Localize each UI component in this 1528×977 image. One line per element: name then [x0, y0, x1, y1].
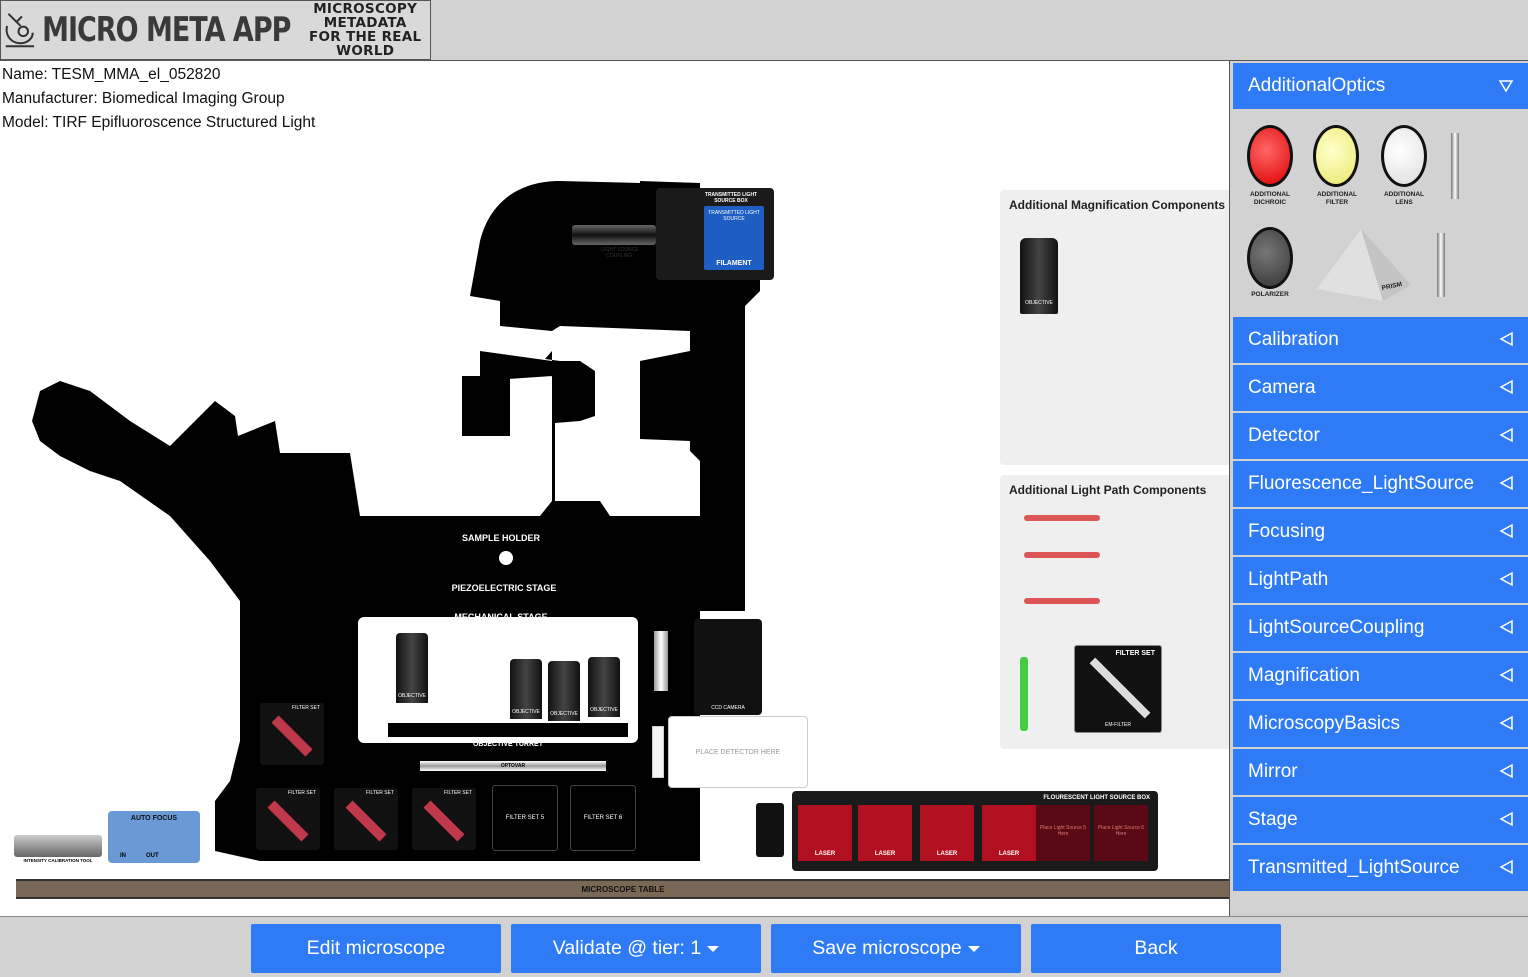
component-sidebar: AdditionalOptics ADDITIONAL DICHROIC ADD…	[1231, 61, 1528, 916]
triangle-left-icon	[1499, 475, 1513, 491]
triangle-left-icon	[1499, 427, 1513, 443]
filter-set[interactable]: FILTER SET	[334, 788, 398, 850]
triangle-left-icon	[1499, 619, 1513, 635]
laser[interactable]: LASER	[858, 805, 912, 861]
optovar[interactable]: OPTOVAR	[420, 761, 606, 771]
em-filter[interactable]	[1024, 552, 1100, 558]
triangle-left-icon	[1499, 571, 1513, 587]
microscope-logo-icon	[5, 13, 35, 48]
filter-set[interactable]: FILTER SET	[412, 788, 476, 850]
sample-holder[interactable]: SAMPLE HOLDER	[386, 527, 626, 567]
objective[interactable]: OBJECTIVE	[510, 659, 542, 719]
category-lightsourcecoupling[interactable]: LightSourceCoupling	[1233, 605, 1528, 651]
triangle-left-icon	[1499, 331, 1513, 347]
additional-filter-icon[interactable]	[1313, 125, 1359, 187]
objective[interactable]: OBJECTIVE	[588, 657, 620, 717]
bottom-toolbar: Edit microscope Validate @ tier: 1 Save …	[0, 916, 1528, 977]
filter-set-6[interactable]: FILTER SET 6	[570, 785, 636, 851]
category-stage[interactable]: Stage	[1233, 797, 1528, 843]
save-microscope-dropdown[interactable]: Save microscope	[771, 924, 1021, 973]
filter-set[interactable]: FILTER SET	[260, 703, 324, 765]
microscope-canvas[interactable]: Name: TESM_MMA_el_052820 Manufacturer: B…	[0, 61, 1230, 916]
laser[interactable]: LASER	[920, 805, 974, 861]
category-lightpath[interactable]: LightPath	[1233, 557, 1528, 603]
top-bar: MICRO META APP MICROSCOPY METADATA FOR T…	[0, 0, 1528, 61]
category-additionaloptics[interactable]: AdditionalOptics	[1233, 63, 1528, 109]
microscope-table[interactable]: MICROSCOPE TABLE	[16, 879, 1229, 899]
light-source-slot-6[interactable]: Place Light Source 6 Here	[1094, 805, 1148, 861]
additional-light-path-panel: Additional Light Path Components FILTER …	[1000, 475, 1229, 749]
auto-focus[interactable]: AUTO FOCUS IN OUT	[108, 811, 200, 863]
triangle-down-icon	[1498, 80, 1514, 93]
category-detector[interactable]: Detector	[1233, 413, 1528, 459]
objective[interactable]: OBJECTIVE	[548, 661, 580, 721]
coupling-lens-icon[interactable]	[1451, 133, 1459, 199]
em-filter[interactable]	[1024, 515, 1100, 521]
additional-lens-icon[interactable]	[1381, 125, 1427, 187]
triangle-left-icon	[1499, 379, 1513, 395]
additional-magnification-panel: Additional Magnification Components OBJE…	[1000, 190, 1229, 465]
filament-icon: TRANSMITTED LIGHT SOURCE FILAMENT	[704, 206, 764, 270]
filter-set[interactable]: FILTER SET EM-FILTER	[1074, 645, 1162, 733]
objective[interactable]: OBJECTIVE	[396, 633, 428, 703]
category-calibration[interactable]: Calibration	[1233, 317, 1528, 363]
triangle-left-icon	[1499, 667, 1513, 683]
category-focusing[interactable]: Focusing	[1233, 509, 1528, 555]
intensity-calibration-tool[interactable]	[14, 835, 102, 857]
light-source-slot-5[interactable]: Place Light Source 5 Here	[1036, 805, 1090, 861]
category-camera[interactable]: Camera	[1233, 365, 1528, 411]
triangle-left-icon	[1499, 859, 1513, 875]
triangle-left-icon	[1499, 811, 1513, 827]
category-microscopybasics[interactable]: MicroscopyBasics	[1233, 701, 1528, 747]
panel-title: Additional Magnification Components	[1009, 198, 1225, 212]
back-button[interactable]: Back	[1031, 924, 1281, 973]
em-filter[interactable]	[1024, 598, 1100, 604]
category-transmitted-lightsource[interactable]: Transmitted_LightSource	[1233, 845, 1528, 891]
additional-dichroic-icon[interactable]	[1247, 125, 1293, 187]
triangle-left-icon	[1499, 523, 1513, 539]
category-fluorescence-lightsource[interactable]: Fluorescence_LightSource	[1233, 461, 1528, 507]
app-name: MICRO META APP	[42, 10, 291, 50]
app-logo: MICRO META APP MICROSCOPY METADATA FOR T…	[0, 0, 431, 60]
additional-optics-palette: ADDITIONAL DICHROIC ADDITIONAL FILTER AD…	[1233, 111, 1528, 316]
triangle-left-icon	[1499, 763, 1513, 779]
app-tagline: MICROSCOPY METADATA FOR THE REAL WORLD	[308, 1, 422, 59]
ccd-camera[interactable]: CCD CAMERA	[694, 619, 762, 715]
panel-title: Additional Light Path Components	[1009, 483, 1207, 497]
category-mirror[interactable]: Mirror	[1233, 749, 1528, 795]
relay-lens[interactable]	[654, 631, 668, 691]
edit-microscope-button[interactable]: Edit microscope	[251, 924, 501, 973]
triangle-left-icon	[1499, 715, 1513, 731]
validate-tier-dropdown[interactable]: Validate @ tier: 1	[511, 924, 761, 973]
piezoelectric-stage[interactable]: PIEZOELECTRIC STAGE	[382, 578, 626, 598]
objective-turret[interactable]	[388, 723, 628, 737]
laser[interactable]: LASER	[798, 805, 852, 861]
transmitted-light-source-box[interactable]: TRANSMITTED LIGHT SOURCE BOX TRANSMITTED…	[656, 188, 774, 280]
category-magnification[interactable]: Magnification	[1233, 653, 1528, 699]
place-detector-slot[interactable]: PLACE DETECTOR HERE	[668, 716, 808, 788]
filter-set[interactable]: FILTER SET	[256, 788, 320, 850]
light-source-coupling[interactable]	[572, 225, 656, 245]
fluorescent-light-source-box[interactable]: FLOURESCENT LIGHT SOURCE BOX LASER LASER…	[792, 791, 1158, 871]
relay-lens-icon[interactable]	[1437, 233, 1445, 297]
laser[interactable]: LASER	[982, 805, 1036, 861]
ex-filter[interactable]	[1020, 657, 1028, 731]
polarizer-icon[interactable]	[1247, 227, 1293, 289]
filter-set-5[interactable]: FILTER SET 5	[492, 785, 558, 851]
prism-icon[interactable]	[1313, 225, 1413, 305]
objective[interactable]: OBJECTIVE	[1020, 238, 1058, 314]
coupling-lens[interactable]	[756, 803, 784, 857]
relay-lens[interactable]	[652, 726, 664, 778]
caret-down-icon	[707, 945, 720, 952]
caret-down-icon	[967, 945, 980, 952]
